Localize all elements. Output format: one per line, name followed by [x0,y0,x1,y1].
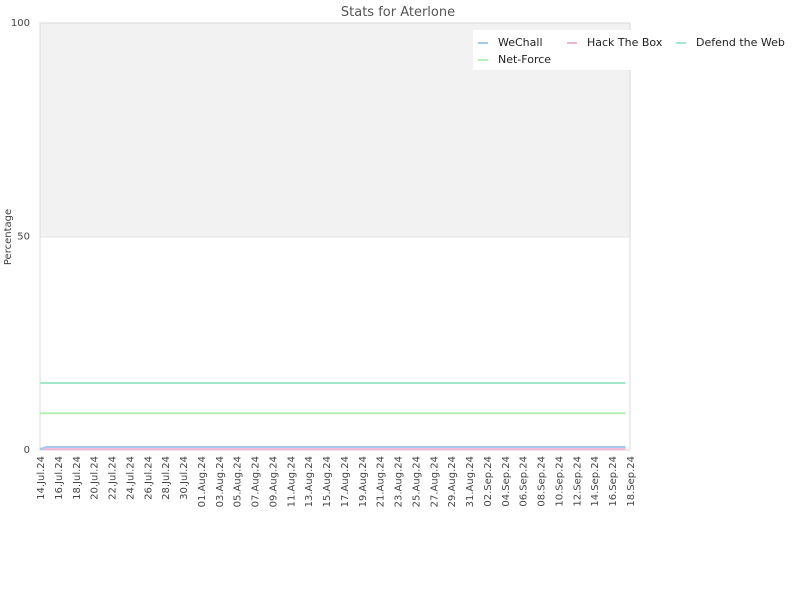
y-tick-label: 0 [24,445,30,456]
legend-label: Net-Force [498,53,551,66]
x-tick-label: 23.Aug.24 [394,456,405,507]
x-tick-label: 24.Jul.24 [125,456,136,500]
y-axis-label: Percentage [3,209,14,265]
y-tick-label: 100 [11,18,30,29]
x-tick-label: 16.Jul.24 [54,456,65,500]
x-tick-label: 17.Aug.24 [340,456,351,507]
x-tick-label: 04.Sep.24 [501,456,512,507]
x-tick-label: 21.Aug.24 [376,456,387,507]
x-tick-label: 02.Sep.24 [483,456,494,507]
x-tick-label: 19.Aug.24 [358,456,369,507]
x-tick-label: 28.Jul.24 [161,456,172,500]
x-ticks: 14.Jul.24 16.Jul.24 18.Jul.24 20.Jul.24 22.J… [36,456,637,507]
x-tick-label: 03.Aug.24 [215,456,226,507]
x-tick-label: 15.Aug.24 [322,456,333,507]
legend-label: Defend the Web [696,36,785,49]
x-tick-label: 30.Jul.24 [179,456,190,500]
x-tick-label: 05.Aug.24 [233,456,244,507]
x-tick-label: 16.Sep.24 [608,456,619,507]
x-tick-label: 14.Sep.24 [590,456,601,507]
x-tick-label: 27.Aug.24 [429,456,440,507]
x-tick-label: 18.Jul.24 [72,456,83,500]
x-tick-label: 25.Aug.24 [411,456,422,507]
x-tick-label: 31.Aug.24 [465,456,476,507]
plot-lower-band [40,237,630,450]
x-tick-label: 14.Jul.24 [36,456,47,500]
x-tick-label: 13.Aug.24 [304,456,315,507]
x-tick-label: 06.Sep.24 [519,456,530,507]
legend: WeChall Hack The Box Defend the Web Net-For… [473,30,800,70]
line-chart: Stats for Aterlone Percentage 0 50 100 14.… [3,5,800,507]
x-tick-label: 18.Sep.24 [626,456,637,507]
x-tick-label: 12.Sep.24 [572,456,583,507]
y-tick-label: 50 [17,232,30,243]
x-tick-label: 26.Jul.24 [143,456,154,500]
x-tick-label: 07.Aug.24 [251,456,262,507]
x-tick-label: 22.Jul.24 [108,456,119,500]
x-tick-label: 20.Jul.24 [90,456,101,500]
x-tick-label: 09.Aug.24 [268,456,279,507]
chart-title: Stats for Aterlone [341,5,455,20]
legend-label: WeChall [498,36,543,49]
x-tick-label: 29.Aug.24 [447,456,458,507]
x-tick-label: 08.Sep.24 [537,456,548,507]
x-tick-label: 11.Aug.24 [286,456,297,507]
legend-label: Hack The Box [587,36,663,49]
x-tick-label: 01.Aug.24 [197,456,208,507]
x-tick-label: 10.Sep.24 [554,456,565,507]
